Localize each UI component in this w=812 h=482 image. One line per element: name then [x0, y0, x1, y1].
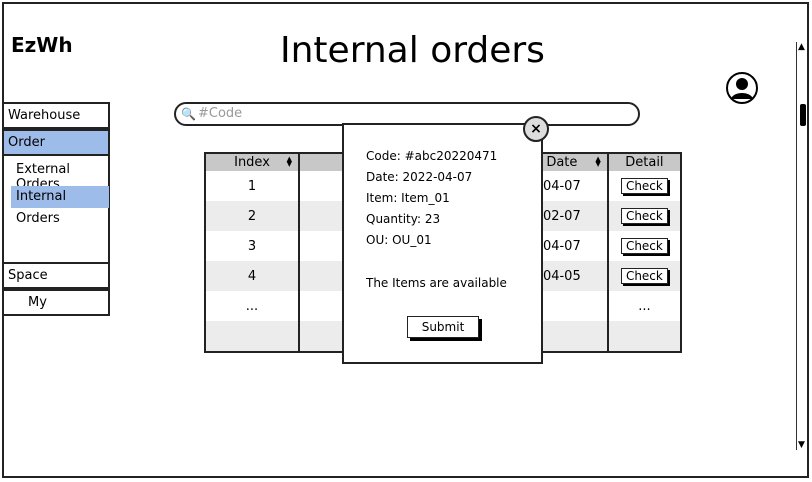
check-button[interactable]: Check [620, 238, 668, 254]
search-placeholder: #Code [198, 106, 243, 121]
sidebar-item-label: My [28, 295, 47, 310]
modal-status: The Items are available [366, 276, 507, 290]
sidebar-item-warehouse[interactable]: Warehouse [2, 102, 110, 129]
cell-index: 3 [205, 231, 301, 261]
column-header-index[interactable]: Index ▲ ▼ [205, 153, 301, 171]
sidebar-item-label: Warehouse [8, 108, 81, 123]
cell-index [205, 321, 301, 352]
modal-date: Date: 2022-04-07 [366, 170, 473, 184]
cell-detail: Check [607, 171, 683, 201]
close-icon[interactable]: × [523, 116, 549, 142]
page-title: Internal orders [280, 30, 545, 71]
sidebar-item-order[interactable]: Order [2, 129, 110, 156]
app-logo: EzWh [11, 33, 73, 57]
scroll-thumb[interactable] [800, 104, 806, 126]
cell-index: 1 [205, 171, 301, 201]
cell-detail: Check [607, 261, 683, 291]
cell-detail: Check [607, 231, 683, 261]
modal-quantity: Quantity: 23 [366, 212, 441, 226]
scroll-down-icon[interactable]: ▼ [798, 440, 805, 450]
search-icon: 🔍 [181, 107, 196, 121]
modal-item: Item: Item_01 [366, 191, 450, 205]
vertical-scrollbar[interactable]: ▲ ▼ [796, 42, 809, 450]
check-button[interactable]: Check [620, 268, 668, 284]
submit-button[interactable]: Submit [407, 316, 479, 338]
sort-icon[interactable]: ▲ ▼ [287, 156, 292, 168]
sidebar-item-internal-orders[interactable]: Internal Orders [11, 186, 109, 226]
modal-ou: OU: OU_01 [366, 233, 432, 247]
sidebar-item-space[interactable]: Space [2, 262, 110, 289]
modal-code: Code: #abc20220471 [366, 149, 498, 163]
cell-detail: Check [607, 201, 683, 231]
cell-detail: ... [607, 291, 683, 321]
scroll-up-icon[interactable]: ▲ [798, 42, 805, 52]
column-header-detail: Detail [607, 153, 683, 171]
cell-index: 2 [205, 201, 301, 231]
user-avatar-icon[interactable] [726, 72, 758, 104]
check-button[interactable]: Check [620, 178, 668, 194]
sidebar-item-label: Order [8, 135, 45, 150]
sort-icon[interactable]: ▲ ▼ [595, 156, 600, 168]
sidebar-item-label: Space [8, 268, 48, 283]
sidebar-item-my[interactable]: My [2, 289, 110, 316]
cell-index: 4 [205, 261, 301, 291]
check-button[interactable]: Check [620, 208, 668, 224]
cell-detail [607, 321, 683, 352]
cell-index: ... [205, 291, 301, 321]
